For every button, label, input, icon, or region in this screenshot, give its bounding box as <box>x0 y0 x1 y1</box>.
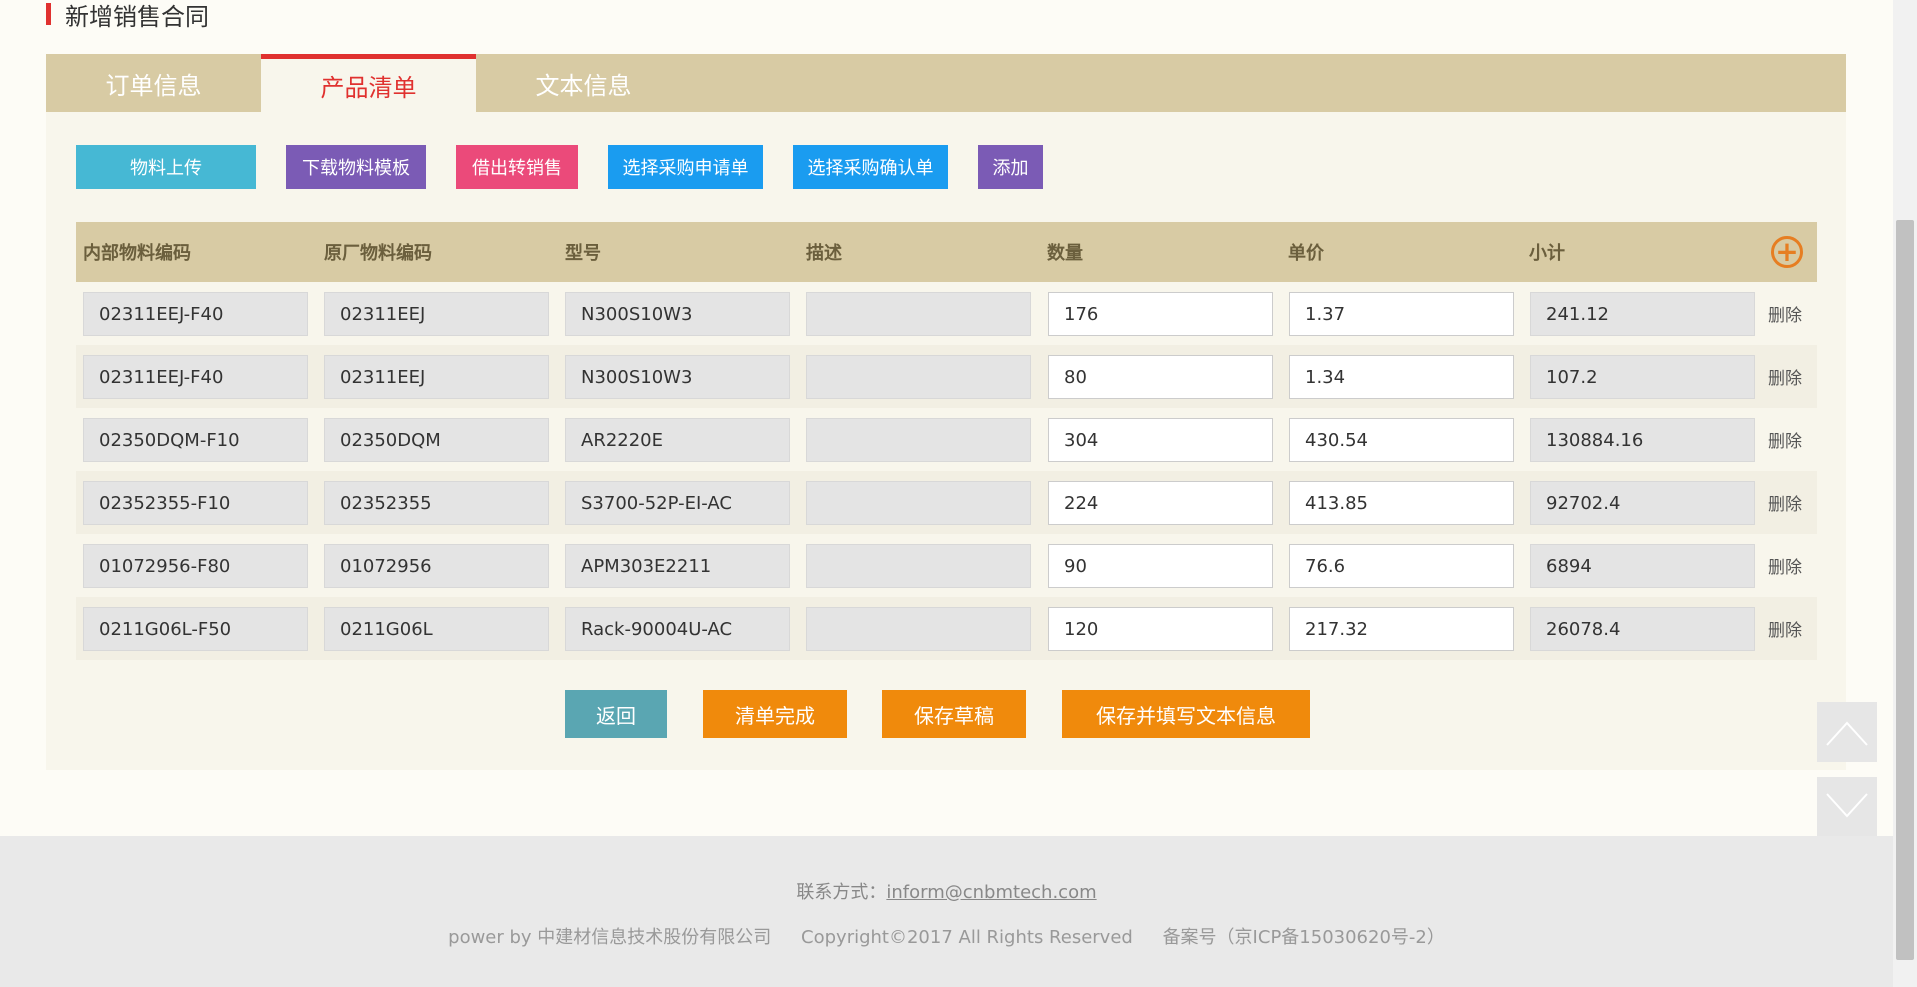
original-code-cell: 02350DQM <box>324 418 549 462</box>
table-row: 0211G06L-F50 0211G06L Rack-90004U-AC 120… <box>76 597 1817 660</box>
internal-code-cell: 02350DQM-F10 <box>83 418 308 462</box>
copyright-text: Copyright©2017 All Rights Reserved <box>801 927 1133 948</box>
download-template-button[interactable]: 下载物料模板 <box>286 145 426 189</box>
header-description: 描述 <box>806 243 842 264</box>
header-model: 型号 <box>565 243 601 264</box>
description-cell <box>806 481 1031 525</box>
lend-to-sale-button[interactable]: 借出转销售 <box>456 145 578 189</box>
unit-price-input[interactable]: 1.34 <box>1289 355 1514 399</box>
tab-product-list[interactable]: 产品清单 <box>261 54 476 112</box>
save-and-fill-text-button[interactable]: 保存并填写文本信息 <box>1062 690 1310 738</box>
footer-contact: 联系方式：inform@cnbmtech.com <box>0 878 1893 904</box>
description-cell <box>806 544 1031 588</box>
model-cell: Rack-90004U-AC <box>565 607 790 651</box>
delete-link[interactable]: 删除 <box>1768 490 1802 515</box>
page-footer: 联系方式：inform@cnbmtech.com power by 中建材信息技… <box>0 836 1893 987</box>
delete-link[interactable]: 删除 <box>1768 427 1802 452</box>
toolbar: 物料上传 下载物料模板 借出转销售 选择采购申请单 选择采购确认单 添加 <box>76 145 1073 189</box>
description-cell <box>806 607 1031 651</box>
title-accent-bar <box>46 3 51 25</box>
powered-by-text: power by 中建材信息技术股份有限公司 <box>448 927 772 948</box>
main-panel: 订单信息 产品清单 文本信息 物料上传 下载物料模板 借出转销售 选择采购申请单… <box>46 54 1846 770</box>
quantity-input[interactable]: 90 <box>1048 544 1273 588</box>
contact-label: 联系方式： <box>796 882 887 903</box>
table-row: 02350DQM-F10 02350DQM AR2220E 304 430.54… <box>76 408 1817 471</box>
add-button[interactable]: 添加 <box>978 145 1043 189</box>
internal-code-cell: 02311EEJ-F40 <box>83 355 308 399</box>
header-original-code: 原厂物料编码 <box>324 243 432 264</box>
model-cell: N300S10W3 <box>565 292 790 336</box>
quantity-input[interactable]: 120 <box>1048 607 1273 651</box>
description-cell <box>806 292 1031 336</box>
subtotal-cell: 26078.4 <box>1530 607 1755 651</box>
save-draft-button[interactable]: 保存草稿 <box>882 690 1026 738</box>
unit-price-input[interactable]: 413.85 <box>1289 481 1514 525</box>
footer-legal: power by 中建材信息技术股份有限公司 Copyright©2017 Al… <box>0 923 1893 949</box>
unit-price-input[interactable]: 1.37 <box>1289 292 1514 336</box>
description-cell <box>806 355 1031 399</box>
quantity-input[interactable]: 224 <box>1048 481 1273 525</box>
original-code-cell: 01072956 <box>324 544 549 588</box>
tab-order-info[interactable]: 订单信息 <box>46 54 261 112</box>
subtotal-cell: 6894 <box>1530 544 1755 588</box>
description-cell <box>806 418 1031 462</box>
table-row: 02352355-F10 02352355 S3700-52P-EI-AC 22… <box>76 471 1817 534</box>
internal-code-cell: 01072956-F80 <box>83 544 308 588</box>
select-purchase-request-button[interactable]: 选择采购申请单 <box>608 145 763 189</box>
scrollbar-thumb[interactable] <box>1896 220 1914 960</box>
internal-code-cell: 02311EEJ-F40 <box>83 292 308 336</box>
back-button[interactable]: 返回 <box>565 690 667 738</box>
table-row: 02311EEJ-F40 02311EEJ N300S10W3 176 1.37… <box>76 282 1817 345</box>
unit-price-input[interactable]: 217.32 <box>1289 607 1514 651</box>
quantity-input[interactable]: 304 <box>1048 418 1273 462</box>
contact-email-link[interactable]: inform@cnbmtech.com <box>886 882 1096 903</box>
subtotal-cell: 107.2 <box>1530 355 1755 399</box>
original-code-cell: 02352355 <box>324 481 549 525</box>
table-row: 01072956-F80 01072956 APM303E2211 90 76.… <box>76 534 1817 597</box>
unit-price-input[interactable]: 76.6 <box>1289 544 1514 588</box>
original-code-cell: 02311EEJ <box>324 292 549 336</box>
page-title-text: 新增销售合同 <box>65 2 209 31</box>
scroll-down-icon[interactable] <box>1817 777 1877 837</box>
delete-link[interactable]: 删除 <box>1768 553 1802 578</box>
quantity-input[interactable]: 80 <box>1048 355 1273 399</box>
material-upload-button[interactable]: 物料上传 <box>76 145 256 189</box>
subtotal-cell: 130884.16 <box>1530 418 1755 462</box>
internal-code-cell: 02352355-F10 <box>83 481 308 525</box>
select-purchase-confirm-button[interactable]: 选择采购确认单 <box>793 145 948 189</box>
table-row: 02311EEJ-F40 02311EEJ N300S10W3 80 1.34 … <box>76 345 1817 408</box>
quantity-input[interactable]: 176 <box>1048 292 1273 336</box>
model-cell: S3700-52P-EI-AC <box>565 481 790 525</box>
add-circle-icon[interactable]: + <box>1771 236 1803 268</box>
header-quantity: 数量 <box>1047 243 1083 264</box>
tab-text-info[interactable]: 文本信息 <box>476 54 691 112</box>
page-title: 新增销售合同 <box>46 0 209 31</box>
icp-text: 备案号（京ICP备15030620号-2） <box>1162 927 1445 948</box>
tab-bar: 订单信息 产品清单 文本信息 <box>46 54 1846 112</box>
scroll-up-icon[interactable] <box>1817 702 1877 762</box>
original-code-cell: 0211G06L <box>324 607 549 651</box>
delete-link[interactable]: 删除 <box>1768 364 1802 389</box>
action-bar: 返回 清单完成 保存草稿 保存并填写文本信息 <box>46 690 1846 738</box>
subtotal-cell: 241.12 <box>1530 292 1755 336</box>
page-scrollbar[interactable] <box>1893 0 1917 987</box>
header-subtotal: 小计 <box>1529 243 1565 264</box>
subtotal-cell: 92702.4 <box>1530 481 1755 525</box>
model-cell: AR2220E <box>565 418 790 462</box>
finish-list-button[interactable]: 清单完成 <box>703 690 847 738</box>
unit-price-input[interactable]: 430.54 <box>1289 418 1514 462</box>
product-table: 内部物料编码 原厂物料编码 型号 描述 数量 单价 小计 + 02311EEJ-… <box>76 222 1817 660</box>
model-cell: N300S10W3 <box>565 355 790 399</box>
table-header: 内部物料编码 原厂物料编码 型号 描述 数量 单价 小计 + <box>76 222 1817 282</box>
header-internal-code: 内部物料编码 <box>83 243 191 264</box>
header-unit-price: 单价 <box>1288 243 1324 264</box>
internal-code-cell: 0211G06L-F50 <box>83 607 308 651</box>
delete-link[interactable]: 删除 <box>1768 301 1802 326</box>
delete-link[interactable]: 删除 <box>1768 616 1802 641</box>
model-cell: APM303E2211 <box>565 544 790 588</box>
original-code-cell: 02311EEJ <box>324 355 549 399</box>
